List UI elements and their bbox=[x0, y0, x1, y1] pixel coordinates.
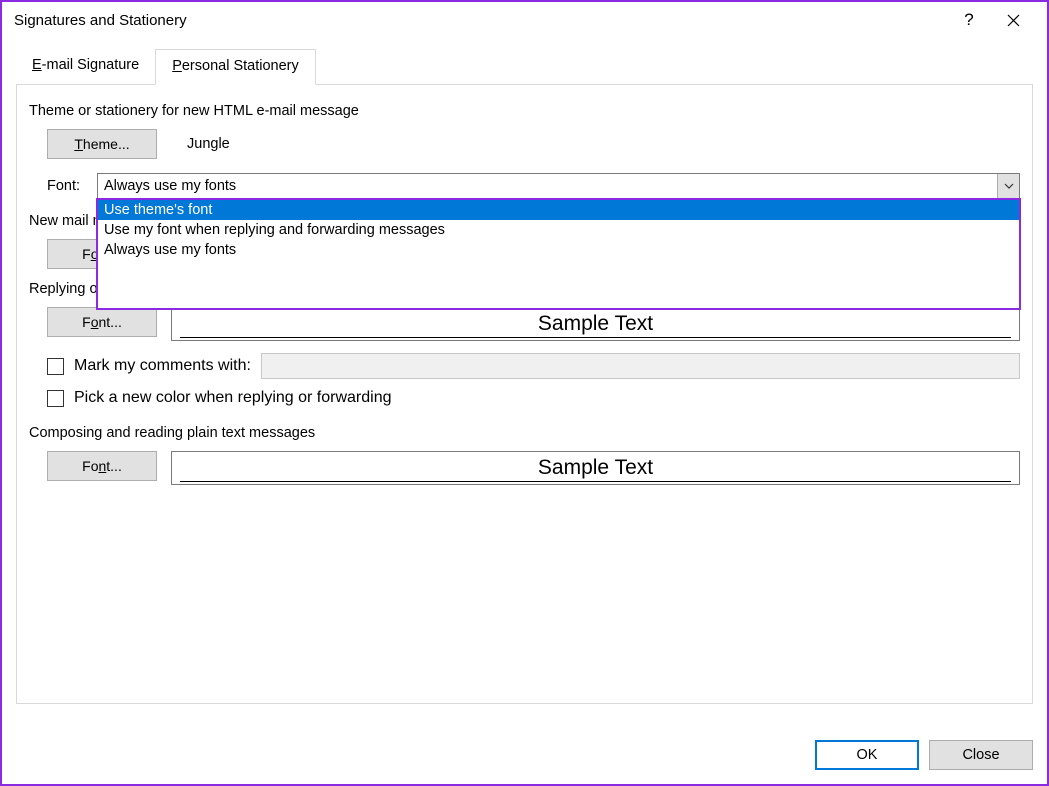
close-icon bbox=[1007, 14, 1020, 27]
plain-sample-preview: Sample Text bbox=[171, 451, 1020, 485]
mark-comments-input[interactable] bbox=[261, 353, 1020, 379]
current-theme-name: Jungle bbox=[177, 136, 230, 152]
font-label: Font: bbox=[47, 178, 91, 194]
titlebar: Signatures and Stationery ? bbox=[2, 2, 1047, 38]
plain-text-section-label: Composing and reading plain text message… bbox=[29, 425, 1020, 441]
reply-sample-preview: Sample Text bbox=[171, 307, 1020, 341]
plain-font-button[interactable]: Font... bbox=[47, 451, 157, 481]
font-dropdown-list: Use theme's font Use my font when replyi… bbox=[96, 198, 1021, 310]
reply-sample-text: Sample Text bbox=[180, 312, 1010, 338]
mark-comments-label: Mark my comments with: bbox=[74, 357, 251, 375]
dialog-content: E-mail Signature Personal Stationery The… bbox=[2, 38, 1047, 704]
font-option-theme[interactable]: Use theme's font bbox=[98, 200, 1019, 220]
font-option-always[interactable]: Always use my fonts bbox=[98, 240, 1019, 260]
plain-sample-text: Sample Text bbox=[180, 456, 1010, 482]
theme-button[interactable]: Theme... bbox=[47, 129, 157, 159]
font-combobox-value: Always use my fonts bbox=[98, 178, 997, 194]
pick-color-label: Pick a new color when replying or forwar… bbox=[74, 389, 391, 407]
font-combobox[interactable]: Always use my fonts bbox=[97, 173, 1020, 199]
theme-section-label: Theme or stationery for new HTML e-mail … bbox=[29, 103, 1020, 119]
window-title: Signatures and Stationery bbox=[14, 12, 187, 29]
tab-email-signature[interactable]: E-mail Signature bbox=[16, 49, 155, 85]
dialog-footer: OK Close bbox=[815, 740, 1033, 770]
close-button[interactable]: Close bbox=[929, 740, 1033, 770]
help-button[interactable]: ? bbox=[947, 5, 991, 35]
mark-comments-checkbox[interactable] bbox=[47, 358, 64, 375]
chevron-down-icon bbox=[997, 174, 1019, 198]
dialog-window: Signatures and Stationery ? E-mail Signa… bbox=[0, 0, 1049, 786]
ok-button[interactable]: OK bbox=[815, 740, 919, 770]
tab-strip: E-mail Signature Personal Stationery bbox=[16, 48, 1033, 85]
pick-color-checkbox[interactable] bbox=[47, 390, 64, 407]
reply-font-button[interactable]: Font... bbox=[47, 307, 157, 337]
tab-personal-stationery[interactable]: Personal Stationery bbox=[155, 49, 316, 85]
window-close-button[interactable] bbox=[991, 5, 1035, 35]
font-option-reply-forward[interactable]: Use my font when replying and forwarding… bbox=[98, 220, 1019, 240]
personal-stationery-pane: Theme or stationery for new HTML e-mail … bbox=[16, 85, 1033, 704]
